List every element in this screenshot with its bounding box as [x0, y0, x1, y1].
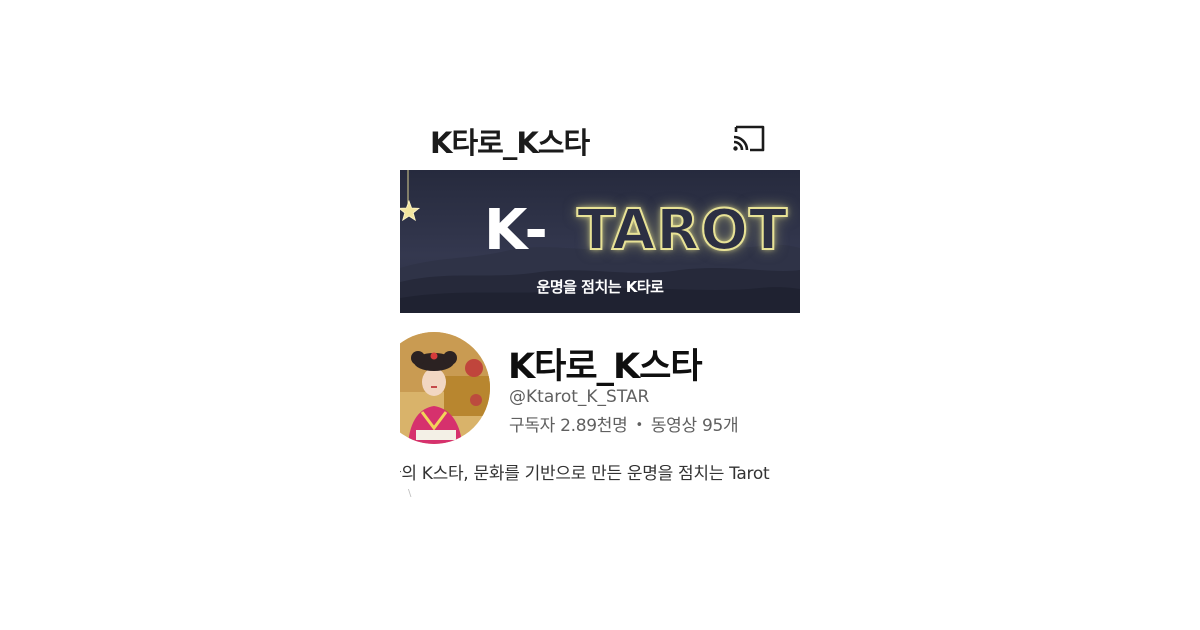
channel-page: K타로_K스타 K- TAROT 운명을 점치는 K타로 K타로_K스타 @Kt… — [400, 110, 800, 510]
channel-stats: 구독자 2.89천명 • 동영상 95개 — [509, 411, 739, 436]
star-icon — [400, 200, 420, 222]
video-count: 동영상 95개 — [650, 416, 739, 436]
cast-icon[interactable] — [730, 122, 768, 154]
channel-banner[interactable]: K- TAROT 운명을 점치는 K타로 — [400, 170, 800, 313]
app-bar-title: K타로_K스타 — [430, 126, 590, 160]
page-canvas: K타로_K스타 K- TAROT 운명을 점치는 K타로 K타로_K스타 @Kt… — [0, 0, 1200, 630]
top-app-bar: K타로_K스타 — [400, 110, 800, 166]
stats-separator: • — [635, 418, 643, 433]
channel-name: K타로_K스타 — [508, 347, 703, 387]
avatar-icon[interactable] — [400, 332, 490, 444]
subscriber-count: 구독자 2.89천명 — [509, 416, 628, 436]
channel-description[interactable]: 국의 K스타, 문화를 기반으로 만든 운명을 점치는 Tarot — [400, 459, 770, 484]
banner-title-left: K- — [484, 198, 550, 263]
banner-title-right: TAROT — [576, 197, 789, 264]
description-overflow-mark: \ — [408, 488, 412, 499]
channel-handle: @Ktarot_K_STAR — [509, 387, 650, 407]
banner-subtitle: 운명을 점치는 K타로 — [536, 278, 664, 296]
